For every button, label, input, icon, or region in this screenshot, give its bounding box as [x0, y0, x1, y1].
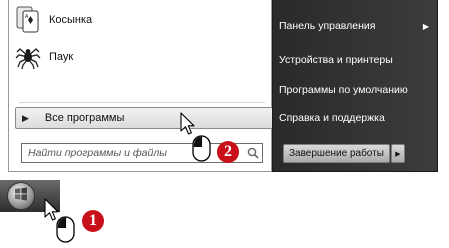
step-badge-number: 1 [89, 212, 97, 229]
arrow-right-icon: ▶ [22, 112, 29, 123]
program-item-solitaire[interactable]: A Косынка [13, 3, 253, 37]
start-menu-right-pane: Панель управления ▶ Устройства и принтер… [272, 0, 438, 172]
arrow-right-icon: ▶ [395, 150, 401, 158]
windows-orb-icon [14, 187, 28, 206]
program-label: Паук [49, 51, 74, 63]
right-item-default-programs[interactable]: Программы по умолчанию [279, 81, 429, 99]
start-button[interactable] [7, 182, 35, 210]
step-badge-1: 1 [82, 210, 104, 232]
program-item-spider[interactable]: Паук [13, 40, 253, 74]
step-badge-2: 2 [217, 141, 239, 163]
right-item-label: Устройства и принтеры [279, 54, 393, 66]
right-item-label: Панель управления [279, 20, 376, 32]
all-programs-label: Все программы [44, 112, 125, 124]
right-item-label: Справка и поддержка [279, 112, 385, 124]
right-item-devices-printers[interactable]: Устройства и принтеры [279, 51, 429, 69]
step-badge-number: 2 [224, 143, 232, 160]
solitaire-icon: A [13, 5, 43, 35]
spider-icon [13, 42, 43, 72]
shutdown-group: Завершение работы ▶ [283, 144, 405, 163]
shutdown-button[interactable]: Завершение работы [283, 144, 390, 163]
mouse-icon [56, 216, 75, 243]
submenu-arrow-icon: ▶ [422, 21, 429, 31]
shutdown-options-button[interactable]: ▶ [390, 144, 405, 163]
mouse-icon [192, 135, 211, 162]
right-item-help-support[interactable]: Справка и поддержка [279, 109, 429, 127]
program-label: Косынка [49, 14, 93, 26]
menu-separator [19, 102, 265, 103]
right-item-control-panel[interactable]: Панель управления ▶ [279, 17, 429, 35]
right-item-label: Программы по умолчанию [279, 84, 408, 96]
all-programs-button[interactable]: ▶ Все программы [15, 107, 273, 129]
search-icon[interactable] [246, 146, 260, 160]
